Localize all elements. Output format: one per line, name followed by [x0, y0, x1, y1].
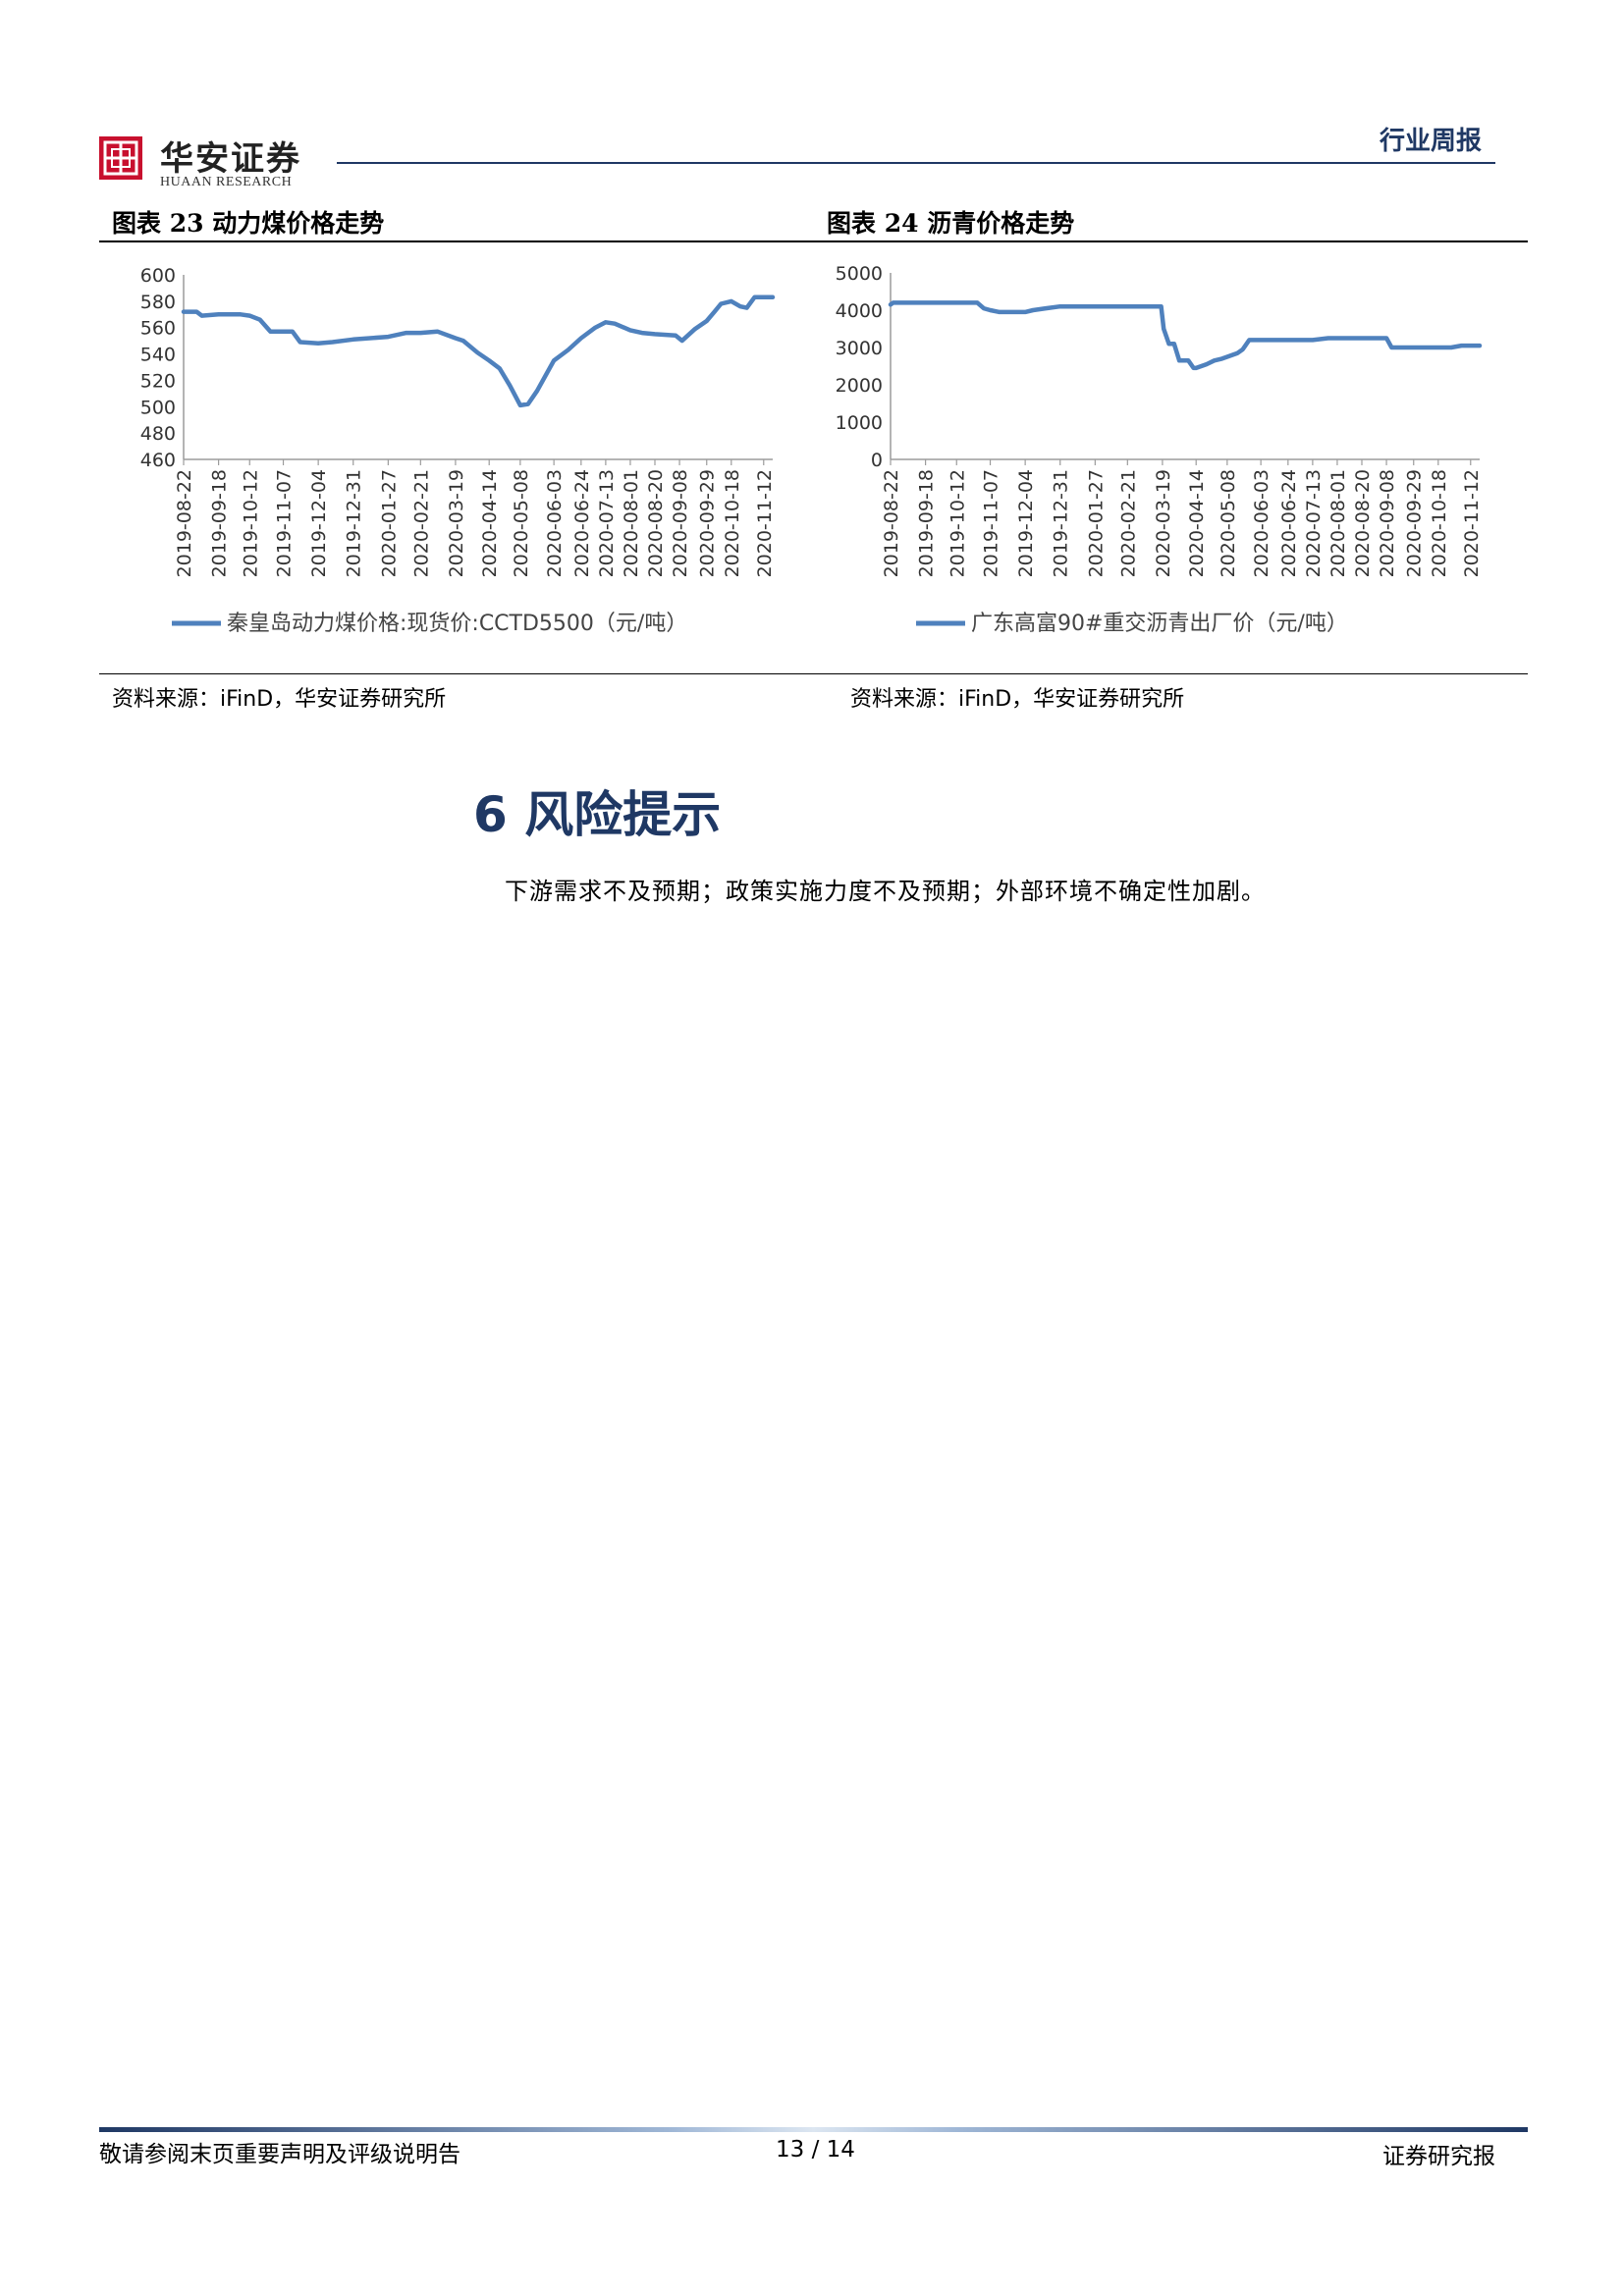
- x-tick-label: 2020-05-08: [1218, 469, 1239, 577]
- x-tick-label: 2020-02-21: [1117, 469, 1139, 577]
- x-tick-label: 2020-06-24: [571, 469, 593, 577]
- y-tick-label: 2000: [836, 375, 883, 397]
- section-title: 6 风险提示: [473, 786, 722, 843]
- footer-divider: [99, 2127, 1528, 2132]
- figure-source: 资料来源：iFinD，华安证券研究所: [112, 687, 447, 712]
- logo-seal-icon: [99, 136, 142, 180]
- y-tick-label: 460: [140, 450, 176, 471]
- x-tick-label: 2020-08-20: [645, 469, 667, 577]
- y-tick-label: 5000: [836, 263, 883, 285]
- legend-label: 广东高富90#重交沥青出厂价（元/吨）: [971, 612, 1348, 636]
- figure-title-asphalt: 图表 24 沥青价格走势: [827, 209, 1075, 238]
- x-tick-label: 2020-09-29: [697, 469, 719, 577]
- y-tick-label: 500: [140, 397, 176, 418]
- x-tick-label: 2020-06-03: [1251, 469, 1272, 577]
- x-tick-label: 2020-06-03: [544, 469, 566, 577]
- footer-label: 证券研究报: [1382, 2144, 1495, 2169]
- x-tick-label: 2020-03-19: [446, 469, 467, 577]
- series-line: [888, 300, 1483, 371]
- x-tick-label: 2020-09-08: [670, 469, 691, 577]
- x-tick-label: 2020-08-01: [1327, 469, 1349, 577]
- x-tick-label: 2019-12-04: [1015, 469, 1037, 577]
- figure-top-rule: [99, 240, 845, 242]
- y-tick-label: 480: [140, 423, 176, 445]
- figure-top-rule: [814, 240, 1528, 242]
- x-tick-label: 2019-08-22: [174, 469, 195, 577]
- x-tick-label: 2019-09-18: [916, 469, 938, 577]
- y-tick-label: 560: [140, 318, 176, 340]
- x-tick-label: 2020-10-18: [722, 469, 743, 577]
- footer-disclaimer: 敬请参阅末页重要声明及评级说明告: [99, 2142, 460, 2167]
- x-tick-label: 2019-11-07: [274, 469, 296, 577]
- x-tick-label: 2020-03-19: [1153, 469, 1174, 577]
- asphalt-price-chart: 0 1000 2000 3000 4000 5000 2019-08-22 2019-09-1…: [836, 263, 1483, 636]
- y-tick-label: 4000: [836, 300, 883, 322]
- y-tick-label: 1000: [836, 412, 883, 434]
- risk-text: 下游需求不及预期；政策实施力度不及预期；外部环境不确定性加剧。: [505, 878, 1266, 905]
- figure-title-coal: 图表 23 动力煤价格走势: [112, 209, 385, 238]
- series-line: [181, 294, 776, 408]
- y-tick-label: 3000: [836, 338, 883, 359]
- figure-bottom-rule: [845, 673, 1528, 674]
- x-tick-label: 2020-04-14: [479, 469, 501, 577]
- x-tick-label: 2020-07-13: [1303, 469, 1325, 577]
- y-tick-label: 540: [140, 345, 176, 366]
- x-tick-label: 2020-04-14: [1186, 469, 1208, 577]
- page-number: 13 / 14: [776, 2137, 855, 2163]
- x-tick-label: 2020-01-27: [378, 469, 400, 577]
- x-tick-label: 2019-10-12: [240, 469, 261, 577]
- figure-bottom-rule: [99, 673, 845, 674]
- x-tick-label: 2020-11-12: [754, 469, 776, 577]
- x-tick-label: 2019-11-07: [981, 469, 1002, 577]
- x-tick-label: 2019-12-04: [308, 469, 330, 577]
- y-tick-label: 0: [871, 450, 883, 471]
- x-tick-label: 2019-12-31: [344, 469, 365, 577]
- report-type: 行业周报: [1380, 127, 1483, 156]
- logo-subtitle: HUAAN RESEARCH: [160, 175, 293, 189]
- x-tick-label: 2020-09-08: [1377, 469, 1398, 577]
- legend-label: 秦皇岛动力煤价格:现货价:CCTD5500（元/吨）: [227, 612, 687, 636]
- coal-price-chart: 460 480 500 520 540 560 580 600 2019-08-22 2019-0…: [140, 265, 776, 636]
- x-tick-label: 2020-06-24: [1278, 469, 1300, 577]
- x-tick-label: 2020-09-29: [1404, 469, 1426, 577]
- x-tick-label: 2019-09-18: [209, 469, 231, 577]
- x-tick-label: 2020-02-21: [410, 469, 432, 577]
- x-tick-label: 2020-07-13: [596, 469, 618, 577]
- header-divider: [337, 162, 1495, 164]
- figure-source: 资料来源：iFinD，华安证券研究所: [850, 687, 1185, 712]
- x-tick-label: 2020-08-01: [621, 469, 642, 577]
- y-tick-label: 600: [140, 265, 176, 287]
- y-tick-label: 520: [140, 370, 176, 392]
- x-tick-label: 2020-05-08: [511, 469, 532, 577]
- x-tick-label: 2019-08-22: [881, 469, 902, 577]
- x-tick-label: 2020-01-27: [1085, 469, 1107, 577]
- x-tick-label: 2019-12-31: [1051, 469, 1072, 577]
- y-tick-label: 580: [140, 292, 176, 313]
- x-tick-label: 2019-10-12: [947, 469, 968, 577]
- x-tick-label: 2020-11-12: [1461, 469, 1483, 577]
- x-tick-label: 2020-08-20: [1352, 469, 1374, 577]
- logo-text: 华安证券: [160, 139, 301, 179]
- x-tick-label: 2020-10-18: [1429, 469, 1450, 577]
